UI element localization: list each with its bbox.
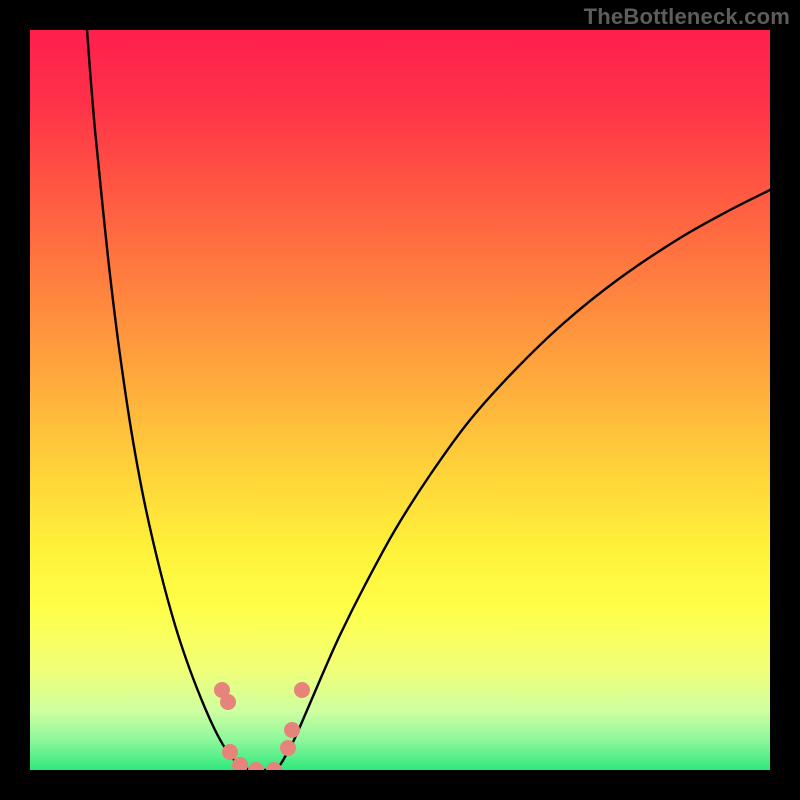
plot-area xyxy=(30,30,770,770)
data-marker xyxy=(232,757,248,770)
chart-frame: TheBottleneck.com xyxy=(0,0,800,800)
data-marker xyxy=(284,722,300,738)
data-marker xyxy=(220,694,236,710)
bottleneck-curve xyxy=(30,30,770,770)
data-marker xyxy=(294,682,310,698)
data-marker xyxy=(280,740,296,756)
watermark-text: TheBottleneck.com xyxy=(584,4,790,30)
